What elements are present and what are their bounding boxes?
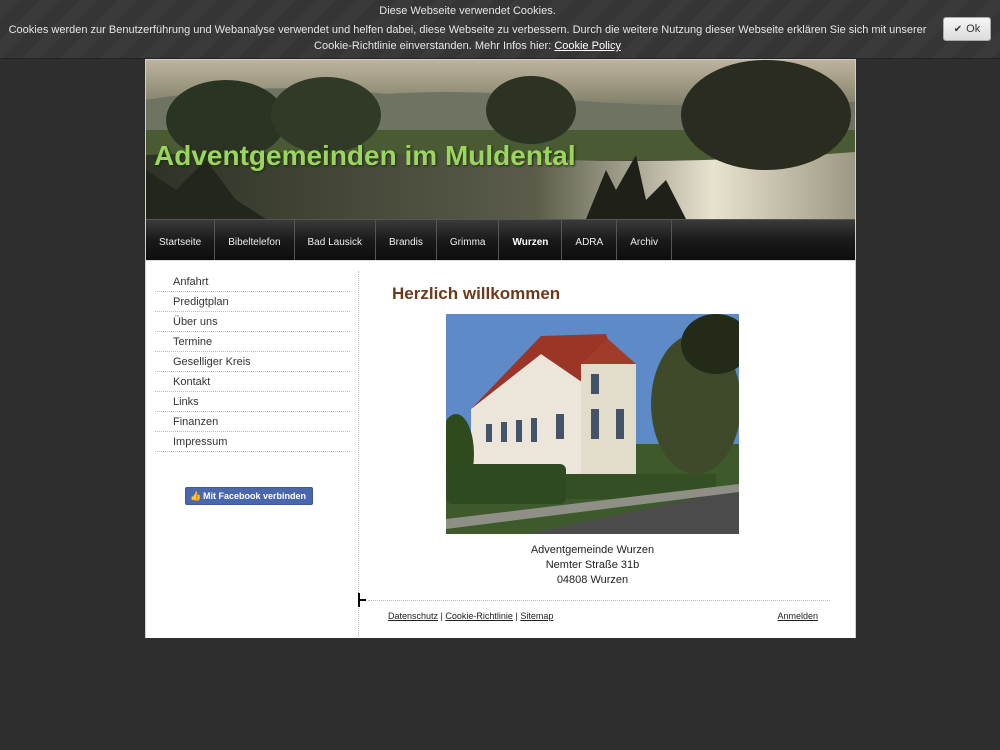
cookie-text: Cookies werden zur Benutzerführung und W… [0, 22, 935, 54]
address-block: Adventgemeinde Wurzen Nemter Straße 31b … [446, 543, 739, 588]
content-area: Anfahrt Predigtplan Über uns Termine Ges… [146, 260, 855, 638]
sidebar-item-links[interactable]: Links [155, 393, 350, 412]
nav-item-bibeltelefon[interactable]: Bibeltelefon [215, 220, 295, 260]
footer-links: Datenschutz | Cookie-Richtlinie | Sitema… [388, 611, 553, 621]
nav-item-brandis[interactable]: Brandis [376, 220, 437, 260]
sidebar-item-ueber-uns[interactable]: Über uns [155, 313, 350, 332]
sidebar-item-kontakt[interactable]: Kontakt [155, 373, 350, 392]
footer-divider [368, 600, 830, 601]
footer-privacy-link[interactable]: Datenschutz [388, 611, 438, 621]
cookie-title: Diese Webseite verwendet Cookies. [379, 5, 556, 17]
address-line-name: Adventgemeinde Wurzen [530, 544, 655, 556]
sidebar-item-finanzen[interactable]: Finanzen [155, 413, 350, 432]
login-link[interactable]: Anmelden [777, 611, 818, 621]
cookie-text-body: Cookies werden zur Benutzerführung und W… [8, 24, 927, 52]
sidebar-item-geselliger-kreis[interactable]: Geselliger Kreis [155, 353, 350, 372]
layout-marker [358, 593, 366, 607]
nav-item-archiv[interactable]: Archiv [617, 220, 672, 260]
facebook-connect-label: Mit Facebook verbinden [203, 491, 307, 501]
main-navigation: Startseite Bibeltelefon Bad Lausick Bran… [146, 219, 855, 260]
site-title[interactable]: Adventgemeinden im Muldental [154, 140, 576, 172]
thumbs-up-icon: 👍 [190, 491, 202, 501]
page-container: Adventgemeinden im Muldental Startseite … [145, 59, 856, 638]
page-title: Herzlich willkommen [392, 284, 561, 303]
check-icon: ✔ [953, 24, 963, 35]
site-header: Adventgemeinden im Muldental [146, 60, 855, 219]
footer-separator: | [440, 611, 443, 621]
church-photo [446, 314, 739, 534]
footer-sitemap-link[interactable]: Sitemap [520, 611, 553, 621]
nav-item-bad-lausick[interactable]: Bad Lausick [295, 220, 376, 260]
footer-separator: | [515, 611, 518, 621]
footer-cookie-policy-link[interactable]: Cookie-Richtlinie [445, 611, 513, 621]
sidebar-item-termine[interactable]: Termine [155, 333, 350, 352]
facebook-connect-button[interactable]: 👍 Mit Facebook verbinden [185, 487, 313, 505]
sidebar-item-predigtplan[interactable]: Predigtplan [155, 293, 350, 312]
sidebar: Anfahrt Predigtplan Über uns Termine Ges… [155, 273, 350, 505]
address-line-street: Nemter Straße 31b [545, 559, 640, 571]
sidebar-item-impressum[interactable]: Impressum [155, 433, 350, 452]
nav-item-startseite[interactable]: Startseite [146, 220, 216, 260]
cookie-banner: Diese Webseite verwendet Cookies. Cookie… [0, 0, 1000, 59]
nav-item-wurzen[interactable]: Wurzen [499, 220, 563, 260]
column-divider [358, 271, 359, 637]
nav-item-adra[interactable]: ADRA [562, 220, 618, 260]
address-line-city: 04808 Wurzen [556, 574, 629, 586]
cookie-policy-link[interactable]: Cookie Policy [554, 40, 621, 52]
cookie-ok-label: Ok [966, 23, 981, 35]
sidebar-item-anfahrt[interactable]: Anfahrt [155, 273, 350, 292]
cookie-ok-button[interactable]: ✔ Ok [943, 17, 991, 41]
nav-item-grimma[interactable]: Grimma [437, 220, 500, 260]
